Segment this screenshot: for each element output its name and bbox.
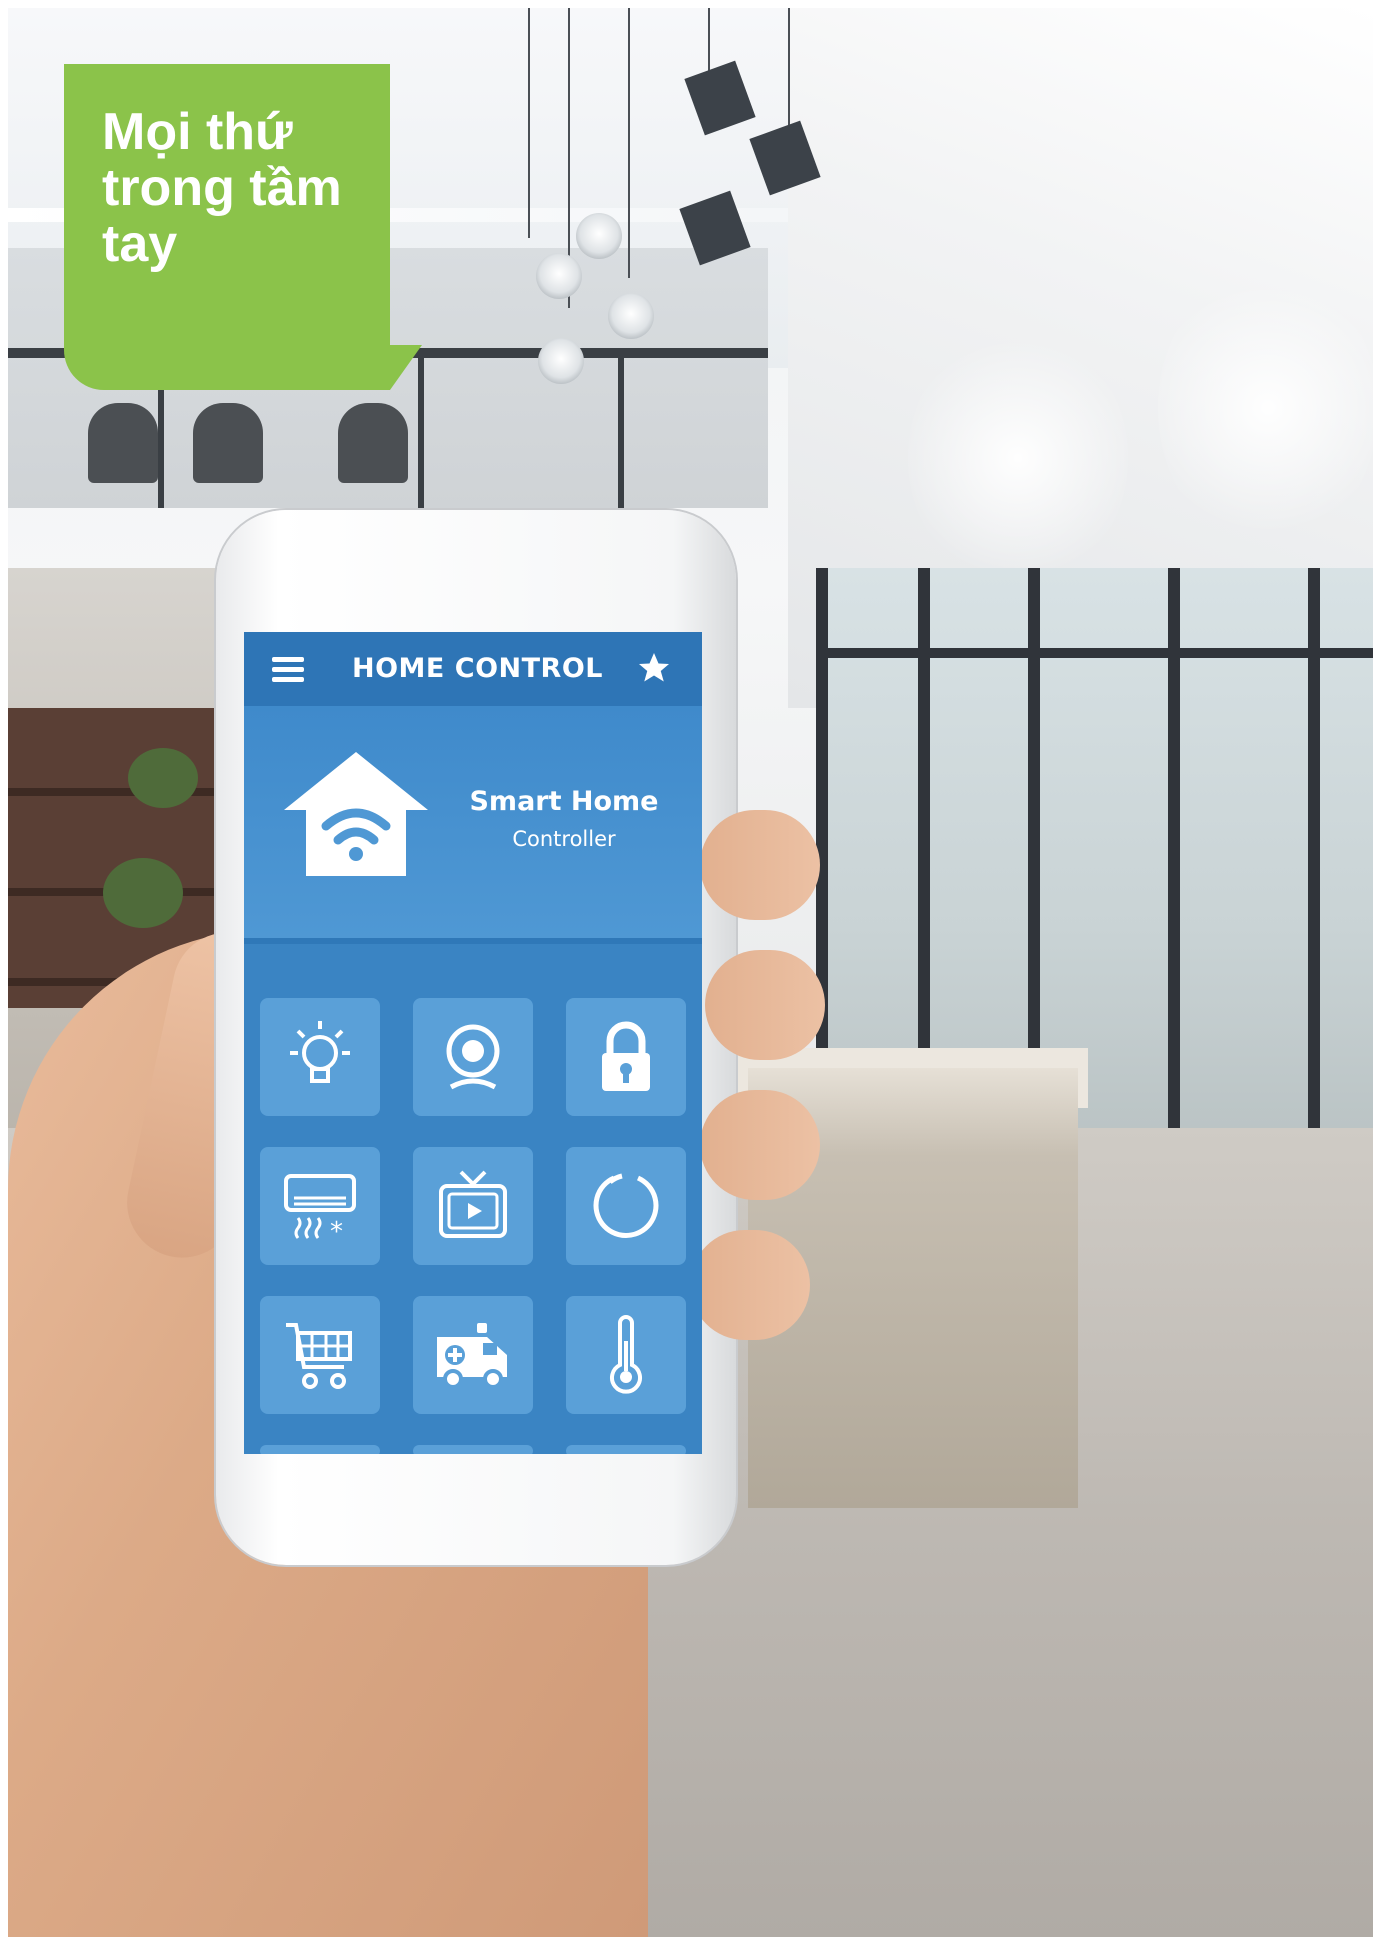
- app-header: HOME CONTROL: [244, 632, 702, 706]
- smart-home-icon: [284, 752, 428, 876]
- wall-light: [1158, 268, 1373, 548]
- plant: [103, 858, 183, 928]
- air-conditioner-icon: *: [284, 1174, 356, 1246]
- pendant-wire: [788, 8, 790, 128]
- plant: [128, 748, 198, 808]
- menu-icon[interactable]: [272, 657, 304, 683]
- phone-screen: HOME CONTROL Smart Home Controller *: [244, 632, 702, 1454]
- tile-ambulance[interactable]: [413, 1296, 533, 1414]
- pendant-lamp: [608, 293, 654, 339]
- tile-partial[interactable]: [260, 1445, 380, 1454]
- glass-frame: [816, 648, 1373, 658]
- lock-icon: [602, 1021, 650, 1091]
- speech-bubble-banner: Mọi thứ trong tầm tay: [64, 64, 390, 390]
- tile-light[interactable]: [260, 998, 380, 1116]
- pendant-lamp: [538, 338, 584, 384]
- tile-partial[interactable]: [566, 1445, 686, 1454]
- glass-frame: [1168, 568, 1180, 1168]
- chair: [338, 403, 408, 483]
- thermometer-icon: [610, 1315, 642, 1394]
- railing-post: [618, 348, 624, 508]
- tile-tv[interactable]: [413, 1147, 533, 1265]
- tile-power[interactable]: [566, 1147, 686, 1265]
- tv-icon: [439, 1170, 507, 1238]
- tile-shopping[interactable]: [260, 1296, 380, 1414]
- tile-partial[interactable]: [413, 1445, 533, 1454]
- banner-text: Mọi thứ trong tầm tay: [102, 103, 342, 273]
- finger: [705, 950, 825, 1060]
- device-grid: *: [244, 944, 702, 1454]
- wall-light: [908, 328, 1128, 588]
- speech-bubble-tail: [390, 345, 422, 390]
- shelf-board: [8, 788, 238, 796]
- hero-title: Smart Home: [469, 786, 659, 817]
- finger: [700, 810, 820, 920]
- chair: [193, 403, 263, 483]
- light-bulb-icon: [290, 1021, 350, 1083]
- svg-text:*: *: [330, 1217, 343, 1246]
- power-icon: [593, 1173, 659, 1238]
- glass-frame: [1308, 568, 1320, 1168]
- ambulance-icon: [437, 1323, 507, 1389]
- pendant-wire: [528, 8, 530, 238]
- pendant-wire: [628, 8, 630, 278]
- hero-section: Smart Home Controller: [244, 706, 702, 938]
- finger: [700, 1090, 820, 1200]
- tile-lock[interactable]: [566, 998, 686, 1116]
- hero-subtitle: Controller: [512, 827, 616, 851]
- finger: [690, 1230, 810, 1340]
- star-icon[interactable]: [636, 650, 672, 686]
- pendant-lamp: [576, 213, 622, 259]
- chair: [88, 403, 158, 483]
- tile-temperature[interactable]: [566, 1296, 686, 1414]
- shopping-cart-icon: [286, 1323, 352, 1389]
- app-title: HOME CONTROL: [352, 653, 603, 684]
- camera-icon: [446, 1024, 500, 1090]
- tile-air-conditioner[interactable]: *: [260, 1147, 380, 1265]
- pendant-lamp: [536, 253, 582, 299]
- tile-camera[interactable]: [413, 998, 533, 1116]
